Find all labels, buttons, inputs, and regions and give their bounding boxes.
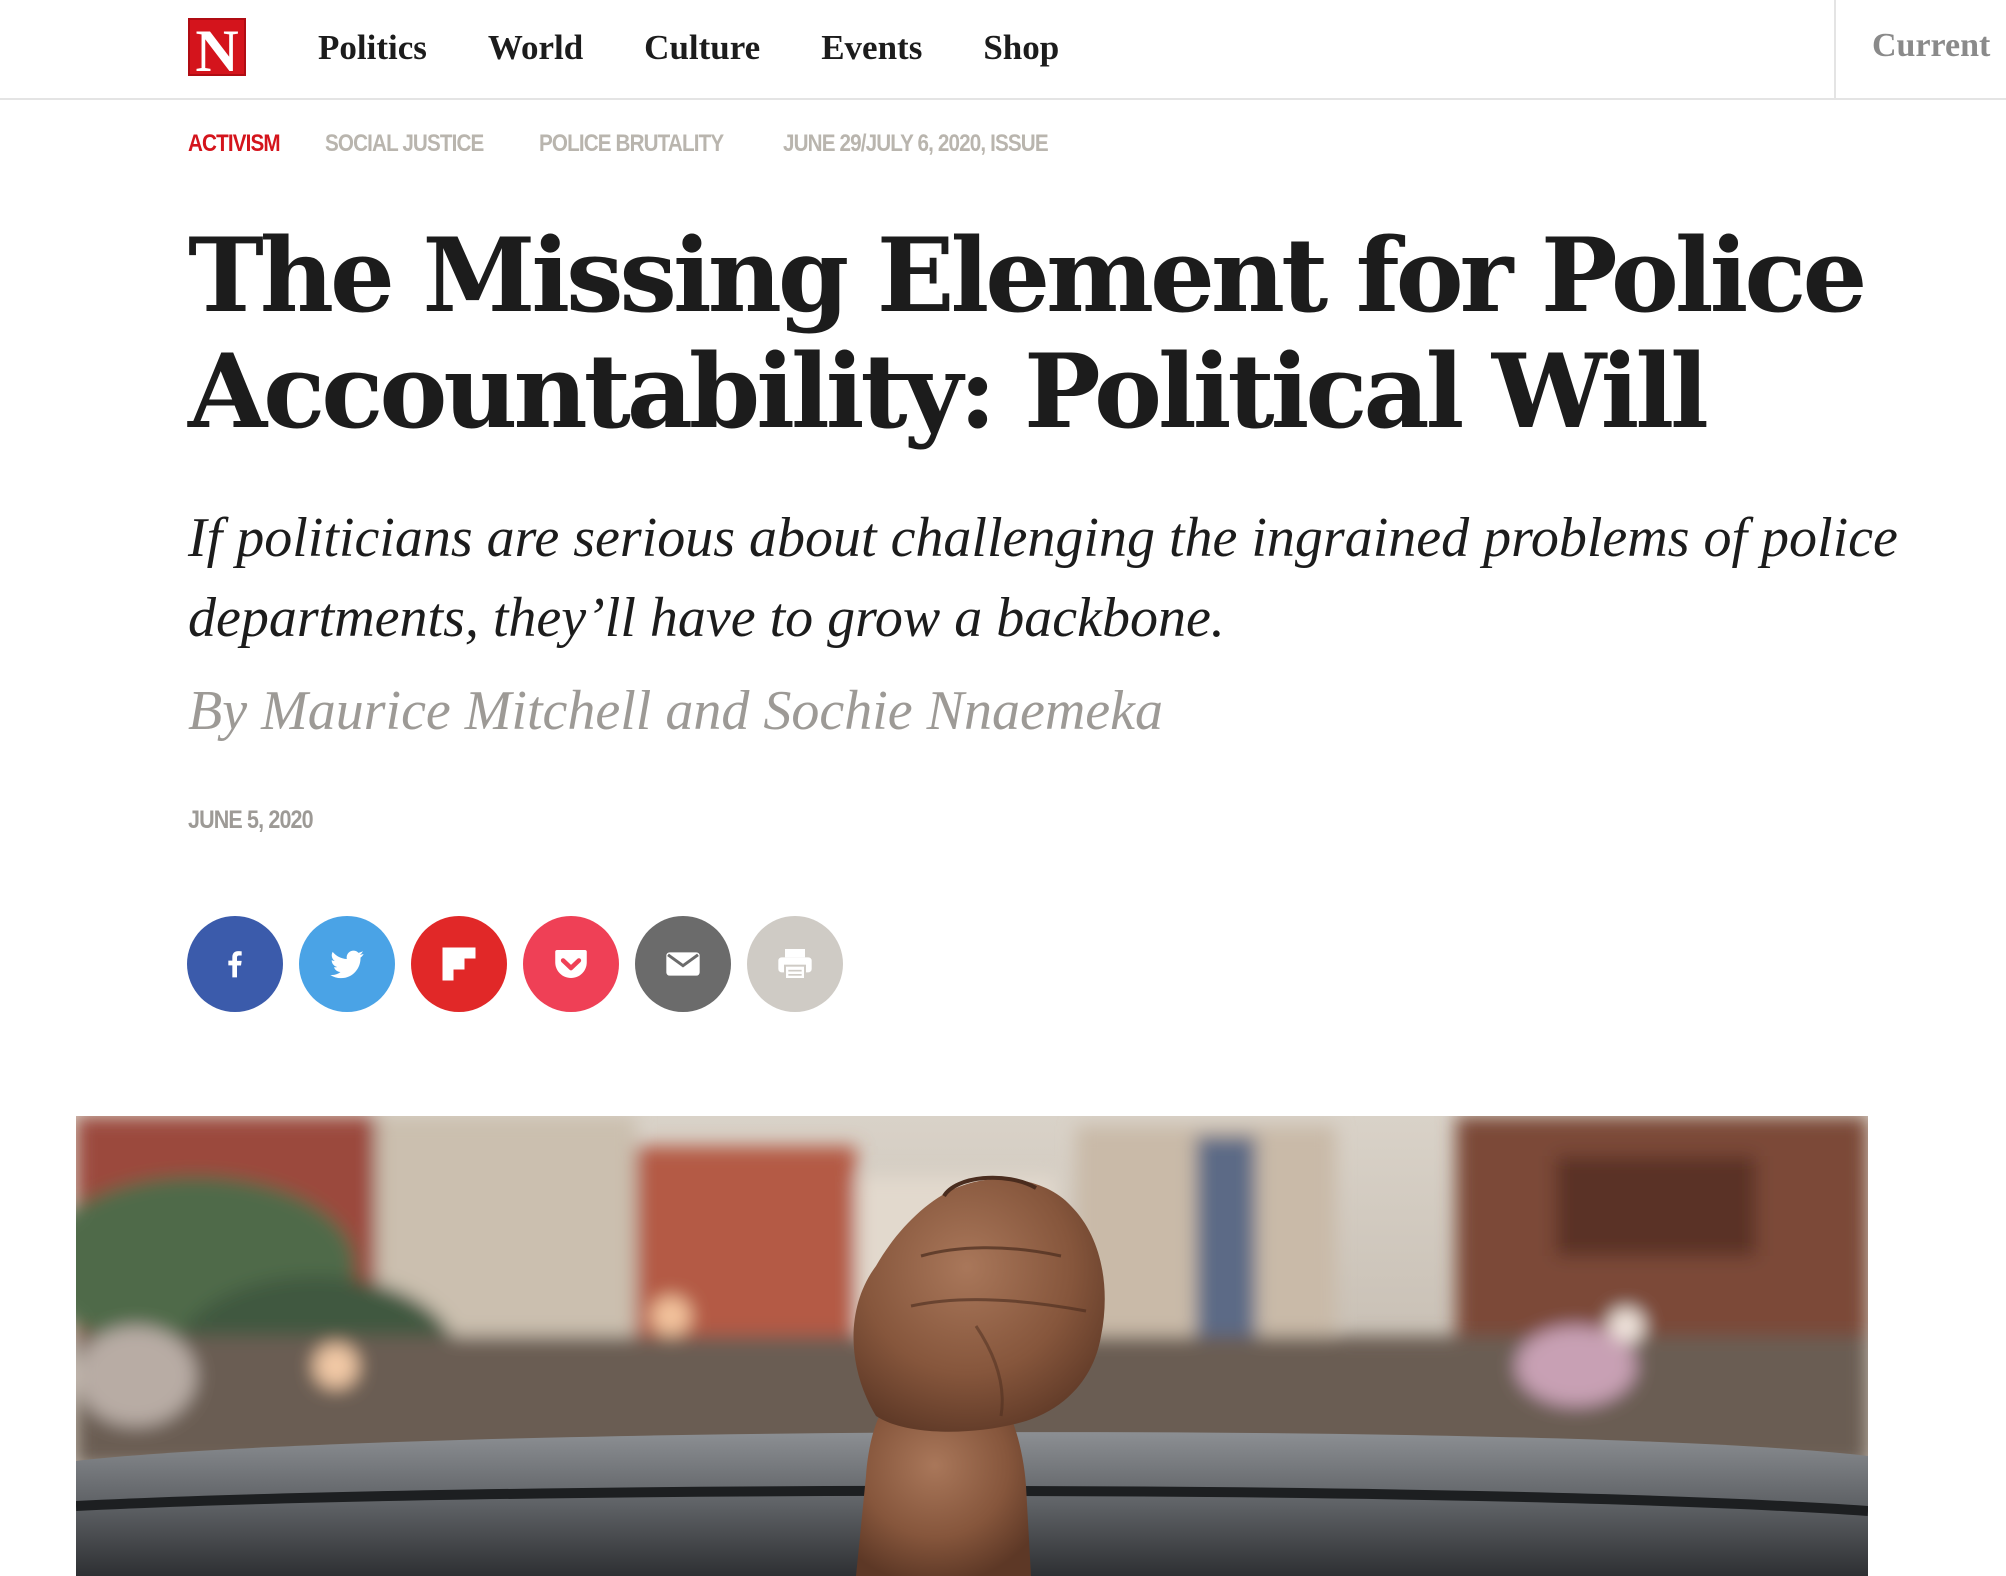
header-divider — [1834, 0, 1836, 100]
site-header: N Politics World Culture Events Shop Cur… — [0, 0, 2006, 100]
hero-image — [76, 1116, 1868, 1576]
current-issue-link[interactable]: Current — [1872, 24, 1990, 68]
share-pocket-button[interactable] — [523, 916, 619, 1012]
tag-activism[interactable]: Activism — [188, 130, 281, 158]
main-nav: Politics World Culture Events Shop — [318, 26, 1120, 70]
printer-icon — [778, 949, 812, 980]
tag-issue[interactable]: June 29/July 6, 2020, Issue — [783, 130, 1049, 158]
nav-item-world[interactable]: World — [488, 26, 583, 70]
share-print-button[interactable] — [747, 916, 843, 1012]
nav-item-shop[interactable]: Shop — [983, 26, 1059, 70]
raised-fist-photo — [76, 1116, 1868, 1576]
envelope-icon — [666, 952, 700, 976]
share-bar — [187, 916, 843, 1012]
headline-line-2: Accountability: Political Will — [188, 332, 1709, 452]
tag-police-brutality[interactable]: Police Brutality — [539, 130, 724, 158]
flipboard-icon — [442, 947, 476, 981]
share-twitter-button[interactable] — [299, 916, 395, 1012]
site-logo[interactable]: N — [188, 18, 246, 82]
nav-item-politics[interactable]: Politics — [318, 26, 427, 70]
facebook-icon — [228, 951, 242, 978]
nav-item-culture[interactable]: Culture — [644, 26, 760, 70]
article-dek: If politicians are serious about challen… — [188, 507, 1898, 649]
publish-date: JUNE 5, 2020 — [188, 806, 314, 834]
pocket-icon — [555, 950, 587, 978]
share-flipboard-button[interactable] — [411, 916, 507, 1012]
article-headline: The Missing Element for Police Accountab… — [188, 218, 1908, 450]
share-email-button[interactable] — [635, 916, 731, 1012]
article-byline[interactable]: By Maurice Mitchell and Sochie Nnaemeka — [188, 676, 1163, 746]
twitter-icon — [330, 950, 364, 979]
share-facebook-button[interactable] — [187, 916, 283, 1012]
tag-social-justice[interactable]: Social Justice — [325, 130, 484, 158]
article-tags: Activism Social Justice Police Brutality… — [188, 130, 1121, 158]
nav-item-events[interactable]: Events — [821, 26, 922, 70]
headline-line-1: The Missing Element for Police — [188, 216, 1867, 336]
